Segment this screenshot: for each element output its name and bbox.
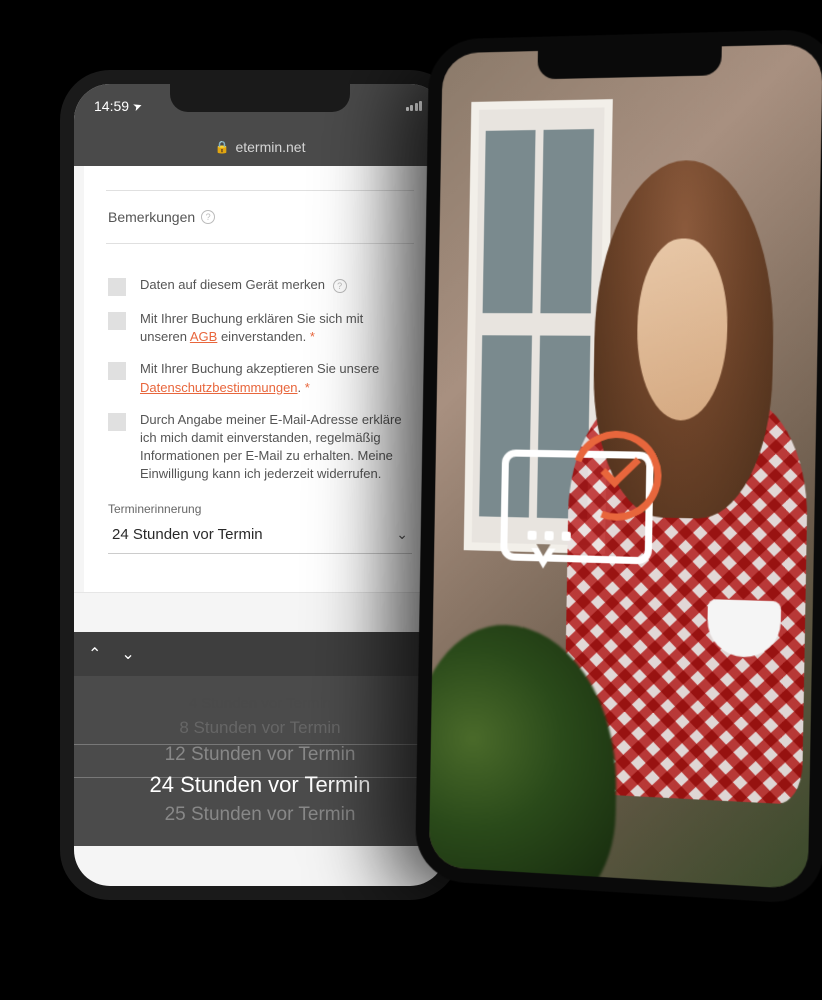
checkbox-newsletter[interactable]: Durch Angabe meiner E-Mail-Adresse erklä…	[108, 411, 412, 484]
phone-notch	[170, 84, 350, 112]
phone-screen-photo	[429, 44, 822, 890]
privacy-link[interactable]: Datenschutzbestimmungen	[140, 380, 298, 395]
checkbox-agb[interactable]: Mit Ihrer Buchung erklären Sie sich mit …	[108, 310, 412, 346]
help-icon[interactable]: ?	[333, 279, 347, 293]
chat-check-logo	[500, 429, 675, 585]
checkbox-icon[interactable]	[108, 413, 126, 431]
checkbox-icon[interactable]	[108, 362, 126, 380]
phone-mockup-form: 14:59 ➤ 🔒 etermin.net Bemerkungen ?	[60, 70, 460, 900]
checkbox-privacy[interactable]: Mit Ihrer Buchung akzeptieren Sie unsere…	[108, 360, 412, 396]
checkbox-icon[interactable]	[108, 312, 126, 330]
picker-option[interactable]: 12 Stunden vor Termin	[165, 741, 356, 769]
reminder-selected-value: 24 Stunden vor Termin	[112, 526, 263, 543]
lock-icon: 🔒	[215, 140, 230, 154]
consent-checkboxes: Daten auf diesem Gerät merken ? Mit Ihre…	[108, 244, 412, 572]
signal-icon	[406, 101, 423, 111]
picker-option-selected[interactable]: 24 Stunden vor Termin	[150, 769, 371, 801]
phone-notch	[537, 46, 721, 79]
phone-mockup-photo	[415, 29, 822, 905]
required-marker: *	[310, 329, 315, 344]
status-time: 14:59	[94, 98, 129, 114]
remarks-label: Bemerkungen ?	[108, 209, 412, 225]
booking-form: Bemerkungen ? Daten auf diesem Gerät mer…	[84, 166, 436, 592]
picker-toolbar: ⌃ ⌄	[74, 632, 446, 676]
phone-screen: 14:59 ➤ 🔒 etermin.net Bemerkungen ?	[74, 84, 446, 886]
browser-url-bar[interactable]: 🔒 etermin.net	[74, 128, 446, 166]
chevron-down-icon: ⌄	[396, 526, 408, 543]
picker-option[interactable]: 8 Stunden vor Termin	[179, 715, 340, 741]
hero-photo	[429, 44, 822, 890]
picker-option[interactable]: 4 Stunden vor Termin	[189, 692, 331, 715]
agb-link[interactable]: AGB	[190, 329, 217, 344]
checkbox-remember-device[interactable]: Daten auf diesem Gerät merken ?	[108, 276, 412, 296]
location-icon: ➤	[131, 98, 144, 113]
url-text: etermin.net	[235, 139, 305, 155]
help-icon[interactable]: ?	[201, 210, 215, 224]
checkbox-icon[interactable]	[108, 278, 126, 296]
picker-up-icon[interactable]: ⌃	[88, 644, 101, 664]
required-marker: *	[305, 380, 310, 395]
reminder-label: Terminerinnerung	[108, 502, 412, 516]
form-footer-gap	[74, 592, 446, 632]
picker-wheel[interactable]: 4 Stunden vor Termin 8 Stunden vor Termi…	[74, 676, 446, 846]
picker-down-icon[interactable]: ⌄	[121, 644, 134, 664]
picker-option[interactable]: 25 Stunden vor Termin	[165, 801, 356, 829]
reminder-select[interactable]: 24 Stunden vor Termin ⌄	[108, 516, 412, 554]
